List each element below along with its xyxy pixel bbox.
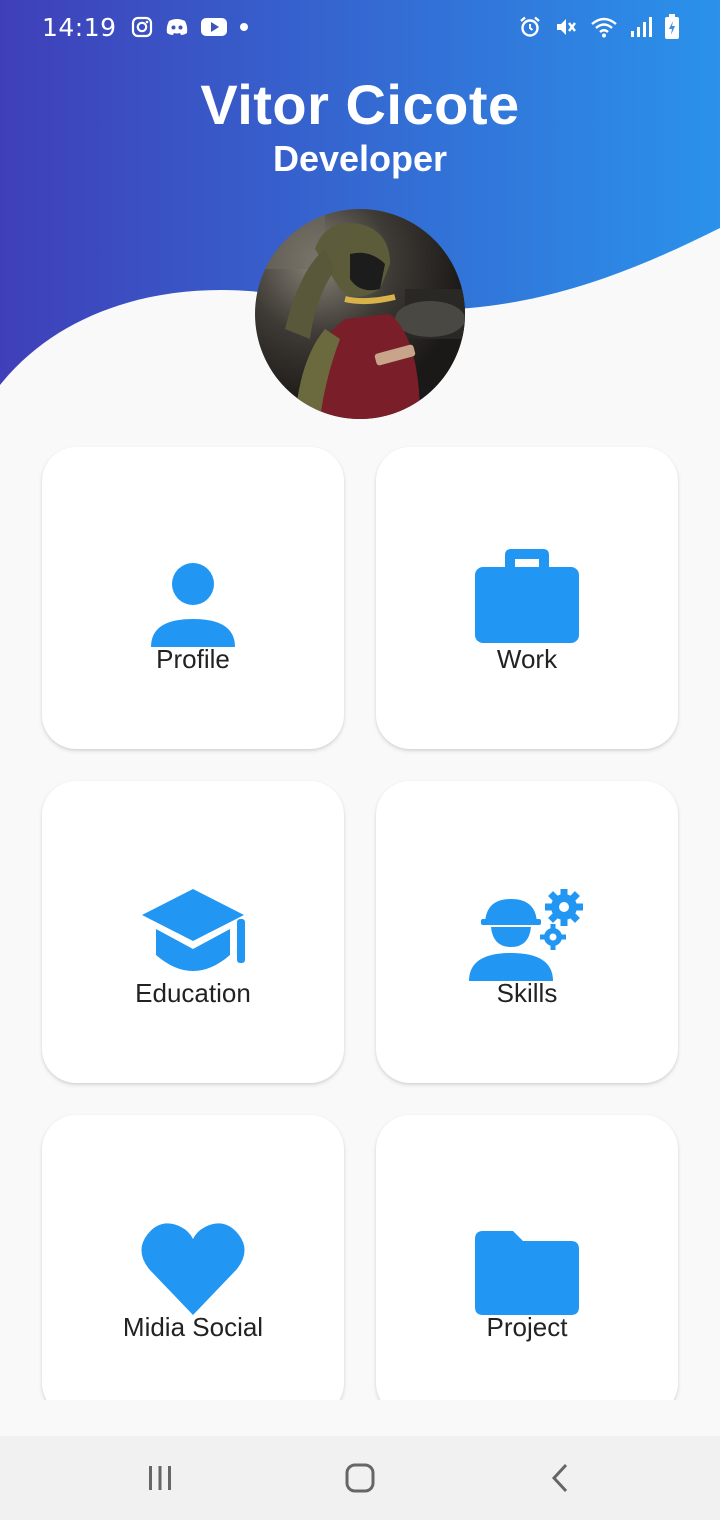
briefcase-icon [376,447,678,647]
home-icon [345,1463,375,1493]
menu-card-midia-social[interactable]: Midia Social [42,1115,344,1400]
menu-card-work[interactable]: Work [376,447,678,749]
menu-card-label: Project [486,1312,568,1342]
graduation-cap-icon [42,781,344,981]
menu-card-label: Skills [496,978,558,1008]
menu-card-profile[interactable]: Profile [42,447,344,749]
menu-card-label: Education [135,978,251,1008]
back-button[interactable] [520,1448,600,1508]
engineer-gears-icon [376,781,678,981]
heart-icon [42,1115,344,1315]
recent-apps-icon [149,1466,171,1490]
menu-card-skills[interactable]: Skills [376,781,678,1083]
menu-card-label: Profile [156,644,230,674]
recent-apps-button[interactable] [120,1448,200,1508]
menu-card-label: Midia Social [122,1312,264,1342]
menu-grid: Profile Work Education Skills Midia Soci… [0,0,720,1400]
folder-icon [376,1115,678,1315]
menu-card-project[interactable]: Project [376,1115,678,1400]
menu-card-education[interactable]: Education [42,781,344,1083]
back-icon [551,1463,568,1493]
menu-card-label: Work [496,644,558,674]
system-nav-bar [0,1436,720,1520]
person-icon [42,447,344,647]
home-button[interactable] [320,1448,400,1508]
